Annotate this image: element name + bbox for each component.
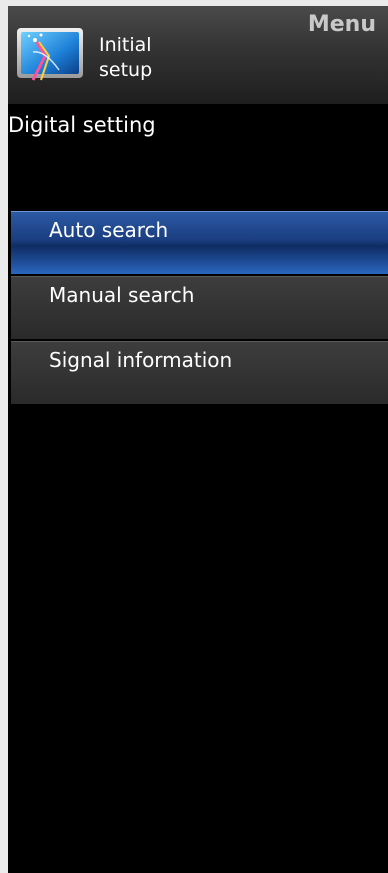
menu-item-label: Auto search <box>49 218 169 242</box>
menu-item-auto-search[interactable]: Auto search <box>11 211 388 274</box>
screen: Initial setup Menu Digital setting Auto … <box>0 0 388 873</box>
header-title: Initial setup <box>99 34 153 81</box>
menu-panel: Initial setup Menu Digital setting Auto … <box>8 6 388 873</box>
menu-item-signal-information[interactable]: Signal information <box>11 341 388 404</box>
menu-list: Auto search Manual search Signal informa… <box>11 211 388 406</box>
menu-label: Menu <box>307 12 376 37</box>
menu-item-label: Signal information <box>49 348 233 372</box>
menu-item-label: Manual search <box>49 283 195 307</box>
section-title: Digital setting <box>8 113 156 137</box>
menu-item-manual-search[interactable]: Manual search <box>11 276 388 339</box>
menu-header: Initial setup Menu <box>8 6 388 104</box>
tv-setup-icon <box>15 22 85 84</box>
